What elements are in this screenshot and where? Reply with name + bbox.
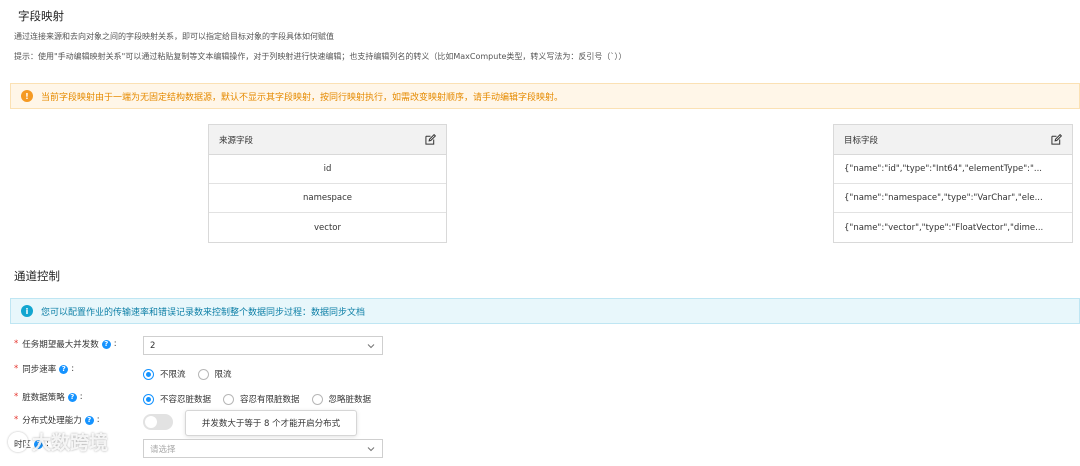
target-field-row[interactable]: {"name":"id","type":"Int64","elementType…: [834, 155, 1072, 184]
distributed-label: * 分布式处理能力 ? :: [14, 415, 100, 426]
max-concurrency-select[interactable]: 2: [143, 336, 383, 355]
dirty-data-label: * 脏数据策略 ? :: [14, 392, 83, 403]
timezone-select[interactable]: 请选择: [143, 439, 383, 458]
radio-limited-dirty-data-dot[interactable]: [223, 393, 235, 405]
field-mapping-hint: 提示：使用"手动编辑映射关系"可以通过粘贴复制等文本编辑操作，对于列映射进行快速…: [14, 52, 627, 61]
help-icon[interactable]: ?: [67, 392, 77, 402]
edit-icon[interactable]: [1051, 134, 1062, 145]
warning-text: 当前字段映射由于一端为无固定结构数据源，默认不显示其字段映射，按同行映射执行，如…: [41, 92, 564, 103]
watermark-logo-icon: [8, 431, 28, 452]
timezone-placeholder: 请选择: [150, 444, 176, 455]
source-fields-table: 来源字段 id namespace vector: [208, 124, 447, 243]
sync-rate-radio-group: 不限流 限流: [143, 368, 244, 380]
edit-icon[interactable]: [425, 134, 436, 145]
radio-unlimited[interactable]: 不限流: [143, 368, 186, 380]
radio-ignore-dirty-data[interactable]: 忽略脏数据: [311, 393, 371, 405]
sync-rate-label: * 同步速率 ? :: [14, 364, 75, 375]
radio-limited[interactable]: 限流: [197, 368, 232, 380]
source-field-row[interactable]: vector: [209, 213, 446, 242]
target-field-row[interactable]: {"name":"vector","type":"FloatVector","d…: [834, 213, 1072, 242]
field-mapping-title: 字段映射: [18, 9, 64, 23]
radio-ignore-dirty-data-dot[interactable]: [311, 393, 323, 405]
target-fields-title: 目标字段: [844, 135, 879, 146]
radio-no-dirty-data[interactable]: 不容忍脏数据: [143, 393, 211, 405]
radio-no-dirty-data-dot[interactable]: [143, 393, 154, 405]
info-text: 您可以配置作业的传输速率和错误记录数来控制整个数据同步过程：数据同步文档: [41, 307, 366, 318]
help-icon[interactable]: ?: [101, 339, 111, 349]
chevron-down-icon: [367, 446, 375, 451]
source-fields-header: 来源字段: [209, 125, 446, 155]
max-concurrency-value: 2: [150, 340, 156, 351]
source-fields-title: 来源字段: [219, 135, 254, 146]
max-concurrency-label: * 任务期望最大并发数 ? :: [14, 339, 117, 350]
radio-limited-dirty-data[interactable]: 容忍有限脏数据: [223, 393, 300, 405]
distributed-toggle[interactable]: [143, 414, 173, 430]
target-fields-header: 目标字段: [834, 125, 1072, 155]
field-mapping-description: 通过连接来源和去向对象之间的字段映射关系，即可以指定给目标对象的字段具体如何赋值: [14, 32, 334, 41]
source-field-row[interactable]: id: [209, 155, 446, 184]
info-icon: i: [21, 305, 33, 317]
target-field-row[interactable]: {"name":"namespace","type":"VarChar","el…: [834, 184, 1072, 213]
field-mapping-warning: ! 当前字段映射由于一端为无固定结构数据源，默认不显示其字段映射，按同行映射执行…: [10, 83, 1080, 109]
radio-limited-dot[interactable]: [197, 368, 209, 380]
channel-control-info: i 您可以配置作业的传输速率和错误记录数来控制整个数据同步过程：数据同步文档: [10, 298, 1080, 324]
warning-icon: !: [21, 90, 33, 102]
chevron-down-icon: [367, 343, 375, 348]
radio-unlimited-dot[interactable]: [143, 368, 154, 380]
source-field-row[interactable]: namespace: [209, 184, 446, 213]
help-icon[interactable]: ?: [84, 415, 94, 425]
watermark: 大数跨境: [8, 428, 108, 455]
channel-control-title: 通道控制: [14, 269, 60, 283]
dirty-data-radio-group: 不容忍脏数据 容忍有限脏数据 忽略脏数据: [143, 393, 383, 405]
distributed-tooltip: 并发数大于等于 8 个才能开启分布式: [185, 410, 357, 436]
help-icon[interactable]: ?: [59, 364, 69, 374]
target-fields-table: 目标字段 {"name":"id","type":"Int64","elemen…: [833, 124, 1073, 243]
